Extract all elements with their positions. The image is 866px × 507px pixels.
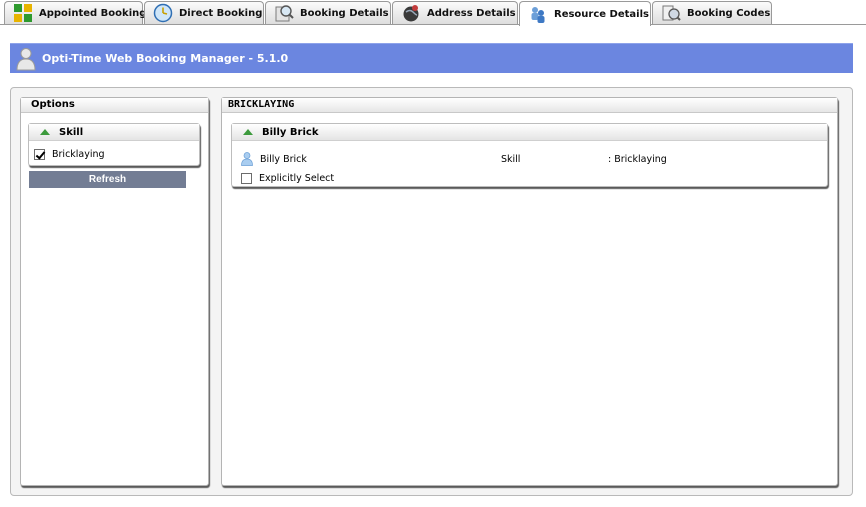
tab-bar-divider [0,24,866,25]
tab-resource-details[interactable]: Resource Details [519,1,651,26]
tab-label: Booking Details [300,7,389,19]
person-icon [241,152,253,166]
app-header: Opti-Time Web Booking Manager - 5.1.0 [10,43,853,73]
magnifier-icon [274,3,294,23]
options-panel-title: Options [21,98,208,113]
user-icon [16,47,36,71]
bricklaying-checkbox[interactable] [34,149,45,160]
tab-label: Resource Details [554,8,649,20]
collapse-up-icon[interactable] [243,129,253,135]
explicit-select-label: Explicitly Select [259,173,335,184]
tab-bar: Appointed Booking Direct Booking Booking… [0,0,866,26]
clock-icon [153,3,173,23]
tab-address-details[interactable]: Address Details [392,1,518,24]
codes-icon [661,3,681,23]
skill-group-title: Skill [59,126,84,138]
tab-appointed-booking[interactable]: Appointed Booking [4,1,147,24]
skill-option-row[interactable]: Bricklaying [34,148,105,161]
resource-card-title: Billy Brick [262,126,319,138]
globe-icon [401,3,421,23]
details-panel-title: BRICKLAYING [222,98,837,113]
skill-attribute-value: : Bricklaying [608,154,667,165]
tab-booking-details[interactable]: Booking Details [265,1,391,24]
explicit-select-row[interactable]: Explicitly Select [241,172,334,185]
skill-group-header[interactable]: Skill [29,124,199,141]
app-title: Opti-Time Web Booking Manager - 5.1.0 [42,52,289,65]
tab-label: Address Details [427,7,516,19]
tab-label: Appointed Booking [39,7,147,19]
tab-direct-booking[interactable]: Direct Booking [144,1,264,24]
skill-option-label: Bricklaying [52,149,105,160]
resource-card-header[interactable]: Billy Brick [232,124,827,141]
explicit-select-checkbox[interactable] [241,173,252,184]
resources-icon [528,4,548,24]
tab-label: Direct Booking [179,7,263,19]
appointed-booking-icon [13,3,33,23]
collapse-up-icon[interactable] [40,129,50,135]
resource-row: Billy Brick [241,152,307,166]
refresh-button[interactable]: Refresh [29,171,186,188]
tab-label: Booking Codes [687,7,771,19]
resource-name: Billy Brick [260,153,307,165]
tab-booking-codes[interactable]: Booking Codes [652,1,772,24]
skill-attribute-label: Skill [501,154,521,165]
